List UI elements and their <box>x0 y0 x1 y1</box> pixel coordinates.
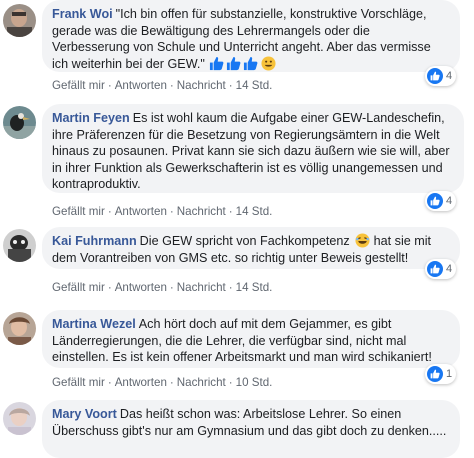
like-icon <box>427 68 443 84</box>
timestamp[interactable]: 14 Std. <box>236 205 273 218</box>
reply-link[interactable]: Antworten <box>115 376 167 389</box>
like-icon <box>427 366 443 382</box>
comment-bubble: Kai Fuhrmann Die GEW spricht von Fachkomp… <box>42 227 460 269</box>
message-link[interactable]: Nachricht <box>177 205 226 218</box>
like-link[interactable]: Gefällt mir <box>52 281 105 294</box>
timestamp[interactable]: 14 Std. <box>236 281 273 294</box>
reaction-count[interactable]: 4 <box>425 259 457 279</box>
reaction-number: 4 <box>446 70 453 82</box>
reaction-number: 4 <box>446 195 453 207</box>
comment-bubble: Martina Wezel Ach hört doch auf mit dem G… <box>42 310 460 368</box>
comment-author[interactable]: Mary Voort <box>52 407 117 421</box>
message-link[interactable]: Nachricht <box>177 79 226 92</box>
like-link[interactable]: Gefällt mir <box>52 376 105 389</box>
comment-author[interactable]: Frank Woi <box>52 7 113 21</box>
comment-actions: Gefällt mir · Antworten · Nachricht · 10 Std. <box>52 376 273 389</box>
comment-text: Die GEW spricht von Fachkompetenz <box>139 234 350 248</box>
avatar[interactable] <box>3 106 36 139</box>
comment-martin-feyen: Martin Feyen Es ist wohl kaum die Aufgabe… <box>0 104 474 222</box>
comment-actions: Gefällt mir · Antworten · Nachricht · 14 Std. <box>52 205 273 218</box>
laughing-emoji-icon <box>355 233 370 248</box>
reply-link[interactable]: Antworten <box>115 205 167 218</box>
like-link[interactable]: Gefällt mir <box>52 79 105 92</box>
reaction-count[interactable]: 4 <box>425 191 457 211</box>
reaction-number: 4 <box>446 263 453 275</box>
reaction-number: 1 <box>446 368 453 380</box>
comment-frank-woi: Frank Woi "Ich bin offen für substanziell… <box>0 0 474 100</box>
reaction-count[interactable]: 4 <box>425 66 457 86</box>
comment-bubble: Frank Woi "Ich bin offen für substanziell… <box>42 0 460 72</box>
like-icon <box>244 56 258 70</box>
like-icon <box>427 193 443 209</box>
comment-mary-voort: Mary Voort Das heißt schon was: Arbeitslo… <box>0 400 474 458</box>
comment-actions: Gefällt mir · Antworten · Nachricht · 14 Std. <box>52 281 273 294</box>
comment-actions: Gefällt mir · Antworten · Nachricht · 14 Std. <box>52 79 273 92</box>
comment-author[interactable]: Martin Feyen <box>52 111 130 125</box>
smiley-emoji-icon <box>261 56 276 71</box>
like-icon <box>427 261 443 277</box>
comment-author[interactable]: Kai Fuhrmann <box>52 234 137 248</box>
reply-link[interactable]: Antworten <box>115 79 167 92</box>
avatar[interactable] <box>3 402 36 435</box>
like-link[interactable]: Gefällt mir <box>52 205 105 218</box>
comment-martina-wezel: Martina Wezel Ach hört doch auf mit dem G… <box>0 310 474 395</box>
avatar[interactable] <box>3 312 36 345</box>
avatar[interactable] <box>3 4 36 37</box>
message-link[interactable]: Nachricht <box>177 281 226 294</box>
comment-kai-fuhrmann: Kai Fuhrmann Die GEW spricht von Fachkomp… <box>0 227 474 297</box>
avatar[interactable] <box>3 229 36 262</box>
comment-bubble: Mary Voort Das heißt schon was: Arbeitslo… <box>42 400 460 458</box>
comment-author[interactable]: Martina Wezel <box>52 317 136 331</box>
comment-bubble: Martin Feyen Es ist wohl kaum die Aufgabe… <box>42 104 464 193</box>
reaction-count[interactable]: 1 <box>425 364 457 384</box>
timestamp[interactable]: 10 Std. <box>236 376 273 389</box>
timestamp[interactable]: 14 Std. <box>236 79 273 92</box>
message-link[interactable]: Nachricht <box>177 376 226 389</box>
reply-link[interactable]: Antworten <box>115 281 167 294</box>
like-icon <box>210 56 224 70</box>
like-icon <box>227 56 241 70</box>
